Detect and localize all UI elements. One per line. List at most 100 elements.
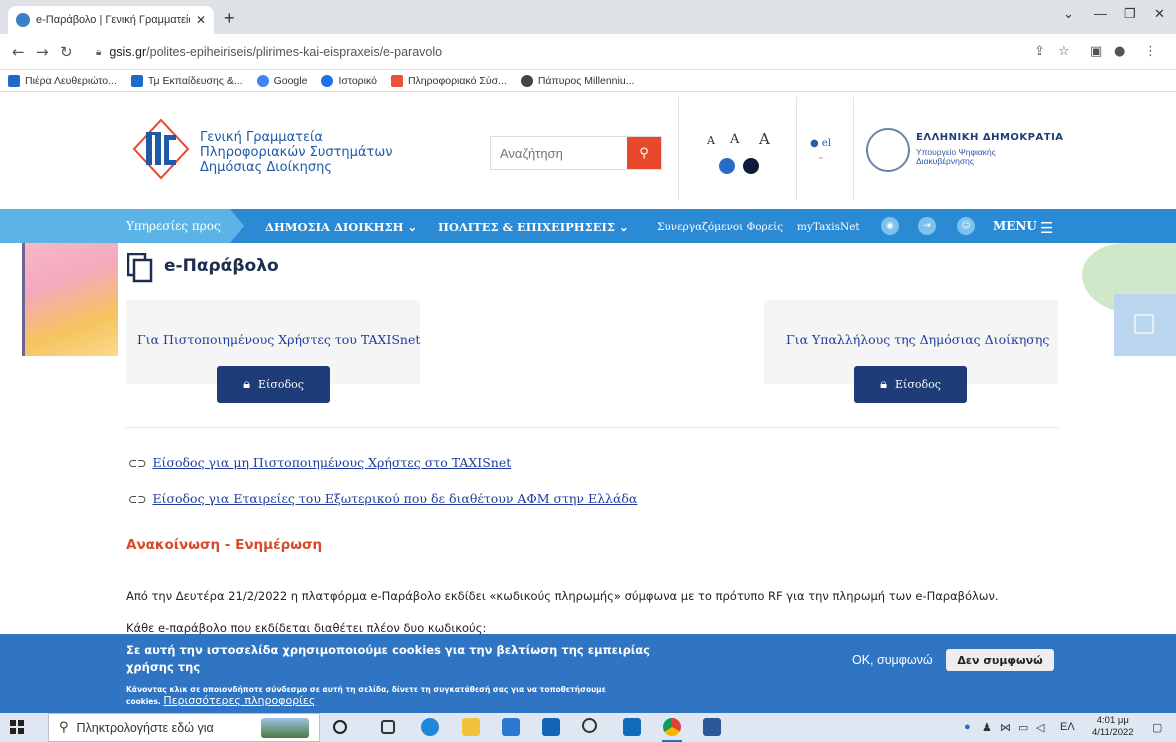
browser-tab-strip: e-Παράβολο | Γενική Γραμματεία Πληροφορι… bbox=[0, 0, 1176, 34]
search-highlight-image bbox=[261, 718, 309, 738]
hellenic-emblem-icon[interactable] bbox=[866, 128, 910, 172]
settings-icon[interactable] bbox=[582, 718, 597, 733]
clock-time: 4:01 μμ bbox=[1096, 715, 1129, 726]
language-selector[interactable]: ● el bbox=[810, 138, 831, 149]
address-toolbar: ← → ↻ 🔒︎ gsis.gr/polites-epiheiriseis/pl… bbox=[0, 34, 1176, 70]
logo-line: Γενική Γραμματεία bbox=[200, 130, 323, 145]
gsis-logo-icon[interactable] bbox=[132, 118, 190, 180]
decorative-illustration-left bbox=[22, 243, 118, 356]
site-search: ⚲ bbox=[490, 136, 662, 170]
side-panel-icon[interactable]: ▣ bbox=[1090, 44, 1102, 59]
bookmark-item[interactable]: Πάπυρος Millenniu... bbox=[520, 74, 634, 87]
login-certified-button[interactable]: 🔒︎ Είσοδος bbox=[217, 366, 330, 403]
tab-title: e-Παράβολο | Γενική Γραμματεία Πληροφορι… bbox=[36, 14, 190, 26]
task-view-icon[interactable] bbox=[381, 720, 395, 734]
mail-icon[interactable] bbox=[542, 718, 560, 736]
share-icon[interactable]: ⇪ bbox=[1034, 44, 1045, 59]
site-favicon-icon bbox=[16, 13, 30, 27]
windows-start-icon[interactable] bbox=[10, 720, 24, 734]
outlook-icon[interactable] bbox=[623, 718, 641, 736]
link-non-certified-users[interactable]: ⊂⊃ Είσοδος για μη Πιστοποιημένους Χρήστες… bbox=[128, 455, 511, 470]
input-language-indicator[interactable]: ΕΛ bbox=[1060, 721, 1075, 733]
cookie-accept-button[interactable]: OK, συμφωνώ bbox=[852, 653, 933, 667]
login-employees-button[interactable]: 🔒︎ Είσοδος bbox=[854, 366, 967, 403]
file-explorer-icon[interactable] bbox=[462, 718, 480, 736]
word-icon[interactable] bbox=[703, 718, 721, 736]
contrast-dark-button[interactable] bbox=[743, 158, 759, 174]
restore-icon[interactable]: ❐ bbox=[1124, 6, 1136, 22]
tray-network-icon[interactable]: ⋈ bbox=[1000, 721, 1011, 734]
font-size-small-button[interactable]: A bbox=[707, 134, 715, 147]
outlook-icon bbox=[8, 74, 20, 87]
tray-volume-icon[interactable]: ◁ bbox=[1036, 721, 1044, 734]
forward-icon[interactable]: → bbox=[36, 43, 49, 61]
taskbar-search[interactable]: ⚲ Πληκτρολογήστε εδώ για bbox=[48, 713, 320, 742]
main-nav: Υπηρεσίες προς ΔΗΜΟΣΙΑ ΔΙΟΙΚΗΣΗ ⌄ ΠΟΛΙΤΕ… bbox=[0, 209, 1176, 243]
url-text[interactable]: gsis.gr/polites-epiheiriseis/plirimes-ka… bbox=[109, 45, 442, 59]
nav-partners-link[interactable]: Συνεργαζόμενοι Φορείς bbox=[657, 221, 783, 233]
link-foreign-companies[interactable]: ⊂⊃ Είσοδος για Εταιρείες του Εξωτερικού π… bbox=[128, 491, 637, 506]
announcement-heading: Ανακοίνωση - Ενημέρωση bbox=[126, 537, 323, 553]
nav-public-admin[interactable]: ΔΗΜΟΣΙΑ ΔΙΟΙΚΗΣΗ ⌄ bbox=[265, 220, 417, 234]
store-icon[interactable] bbox=[502, 718, 520, 736]
login-label: Είσοδος bbox=[258, 378, 304, 391]
reload-icon[interactable]: ↻ bbox=[60, 43, 73, 61]
notifications-icon[interactable]: ▢ bbox=[1152, 721, 1162, 734]
menu-button[interactable]: MENU bbox=[993, 219, 1037, 233]
edge-icon[interactable] bbox=[421, 718, 439, 736]
copy-document-icon bbox=[127, 253, 153, 283]
font-size-large-button[interactable]: A bbox=[759, 130, 770, 148]
contrast-blue-button[interactable] bbox=[719, 158, 735, 174]
history-icon bbox=[321, 74, 334, 87]
tray-teams-icon[interactable]: ♟ bbox=[982, 721, 992, 734]
tray-battery-icon[interactable]: ▭ bbox=[1018, 721, 1028, 734]
bookmark-item[interactable]: Ιστορικό bbox=[321, 74, 377, 87]
lock-icon: 🔒︎ bbox=[96, 46, 102, 58]
page-title: e-Παράβολο bbox=[164, 256, 279, 276]
profile-avatar-icon[interactable]: ● bbox=[1114, 44, 1125, 59]
site-header: Γενική Γραμματεία Πληροφοριακών Συστημάτ… bbox=[0, 92, 1176, 209]
bookmark-item[interactable]: Πιέρα Λευθεριώτο... bbox=[8, 74, 117, 87]
close-window-icon[interactable]: ✕ bbox=[1154, 6, 1165, 22]
search-input[interactable] bbox=[491, 137, 627, 169]
announcement-paragraph: Κάθε e-παράβολο που εκδίδεται διαθέτει π… bbox=[126, 621, 487, 635]
card-certified-label: Για Πιστοποιημένους Χρήστες του TAXISnet bbox=[137, 332, 421, 347]
bookmark-item[interactable]: Τμ Εκπαίδευσης &... bbox=[130, 74, 243, 87]
user-icon[interactable]: ☺ bbox=[957, 217, 975, 235]
gov-title: ΕΛΛΗΝΙΚΗ ΔΗΜΟΚΡΑΤΙΑ bbox=[916, 132, 1064, 143]
cookie-more-info-link[interactable]: Περισσότερες πληροφορίες bbox=[163, 694, 315, 707]
browser-menu-icon[interactable]: ⋮ bbox=[1144, 44, 1157, 59]
site-logo-text[interactable]: Γενική Γραμματεία Πληροφοριακών Συστημάτ… bbox=[200, 130, 392, 175]
login-label: Είσοδος bbox=[895, 378, 941, 391]
rss-icon[interactable]: ◉ bbox=[881, 217, 899, 235]
nav-mytaxisnet-link[interactable]: myTaxisNet bbox=[797, 221, 860, 233]
logo-line: Δημόσιας Διοίκησης bbox=[200, 160, 332, 175]
tab-close-icon[interactable]: ✕ bbox=[196, 13, 206, 27]
nav-citizens-business[interactable]: ΠΟΛΙΤΕΣ & ΕΠΙΧΕΙΡΗΣΕΙΣ ⌄ bbox=[438, 220, 629, 234]
tray-app-icon[interactable]: ● bbox=[964, 721, 971, 733]
bookmark-item[interactable]: Google bbox=[256, 74, 307, 87]
back-icon[interactable]: ← bbox=[12, 43, 25, 61]
browser-tab[interactable]: e-Παράβολο | Γενική Γραμματεία Πληροφορι… bbox=[8, 6, 214, 34]
bookmark-item[interactable]: Πληροφοριακό Σύσ... bbox=[390, 74, 507, 87]
cookie-decline-button[interactable]: Δεν συμφωνώ bbox=[946, 649, 1054, 671]
bookmarks-bar: Πιέρα Λευθεριώτο... Τμ Εκπαίδευσης &... … bbox=[0, 70, 1176, 92]
tab-search-chevron-icon[interactable]: ⌄ bbox=[1063, 6, 1074, 22]
font-size-medium-button[interactable]: A bbox=[730, 132, 739, 147]
search-button[interactable]: ⚲ bbox=[627, 137, 661, 169]
chevron-down-icon: ⌄ bbox=[619, 220, 629, 234]
login-icon[interactable]: ⇥ bbox=[918, 217, 936, 235]
new-tab-button[interactable]: + bbox=[224, 8, 235, 29]
logo-line: Πληροφοριακών Συστημάτων bbox=[200, 145, 393, 160]
bookmark-star-icon[interactable]: ☆ bbox=[1058, 44, 1070, 59]
cortana-icon[interactable] bbox=[333, 720, 347, 734]
windows-taskbar: ⚲ Πληκτρολογήστε εδώ για ● ♟ ⋈ ▭ ◁ ΕΛ 4:… bbox=[0, 713, 1176, 742]
taskbar-clock[interactable]: 4:01 μμ 4/11/2022 bbox=[1092, 715, 1134, 739]
hamburger-icon[interactable]: ☰ bbox=[1040, 219, 1053, 237]
chevron-down-icon[interactable]: ⌄ bbox=[817, 152, 825, 162]
minimize-icon[interactable]: — bbox=[1094, 6, 1107, 21]
chrome-icon[interactable] bbox=[663, 718, 681, 736]
search-icon: ⚲ bbox=[59, 720, 69, 735]
header-divider bbox=[853, 97, 854, 200]
address-bar[interactable]: 🔒︎ gsis.gr/polites-epiheiriseis/plirimes… bbox=[96, 39, 1016, 65]
